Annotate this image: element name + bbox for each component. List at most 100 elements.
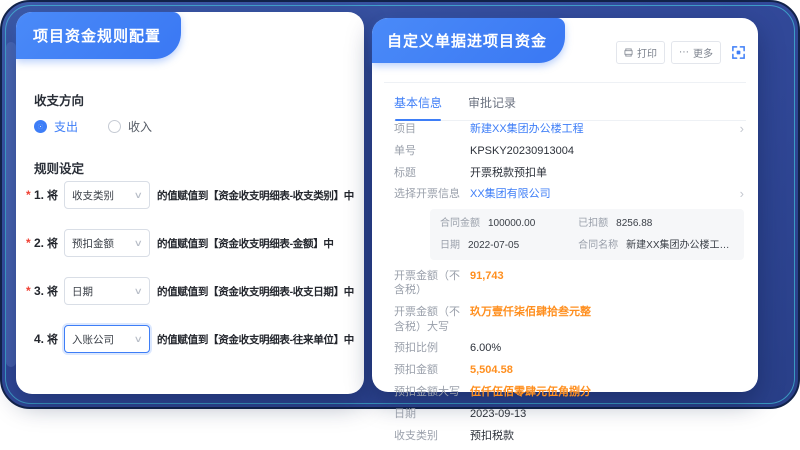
chevron-down-icon: ∨	[134, 238, 143, 249]
printer-icon	[624, 48, 633, 57]
chevron-right-icon[interactable]: ›	[740, 121, 744, 138]
field-label: 项目	[394, 122, 470, 136]
required-asterisk: *	[26, 188, 34, 202]
detail-toolbar: 打印 ⋯ 更多	[616, 41, 746, 64]
contract-summary-box: 合同金额 100000.00 已扣额 8256.88 日期 2022-07-05…	[430, 209, 744, 260]
contract-date-label: 日期	[440, 239, 460, 252]
contract-name-label: 合同名称	[578, 239, 618, 252]
field-label: 选择开票信息	[394, 187, 470, 201]
left-panel-title: 项目资金规则配置	[16, 12, 181, 59]
field-row-invoice-amount-caps: 开票金额（不含税）大写 玖万壹仟柒佰肆拾叁元整	[394, 305, 744, 334]
decorative-band	[6, 42, 16, 367]
rule-suffix: 的值赋值到【资金收支明细表-往来单位】中	[157, 332, 354, 347]
field-label: 开票金额（不含税）大写	[394, 305, 470, 334]
contract-amount-label: 合同金额	[440, 217, 480, 230]
rule-field-select-4[interactable]: 入账公司 ∨	[64, 325, 150, 353]
field-label: 开票金额（不含税）	[394, 269, 470, 298]
radio-selected-icon	[34, 120, 47, 133]
rule-row-2: * 2. 将 预扣金额 ∨ 的值赋值到【资金收支明细表-金额】中	[26, 228, 360, 258]
contract-withheld-value: 8256.88	[616, 217, 652, 230]
rule-suffix: 的值赋值到【资金收支明细表-金额】中	[157, 236, 334, 251]
required-asterisk: *	[26, 236, 34, 250]
document-detail-panel: 自定义单据进项目资金 打印 ⋯ 更多 基本信息 审批记录	[372, 18, 758, 392]
field-row-withhold-ratio: 预扣比例 6.00%	[394, 341, 744, 355]
field-label: 预扣金额大写	[394, 385, 470, 399]
rule-config-panel: 项目资金规则配置 收支方向 支出 收入 规则设定 * 1. 将 收支类别 ∨	[16, 12, 364, 394]
rule-index: 3.	[34, 284, 44, 298]
rule-field-value: 日期	[72, 284, 93, 299]
more-icon: ⋯	[679, 48, 689, 58]
field-row-withhold-caps: 预扣金额大写 伍仟伍佰零肆元伍角捌分	[394, 385, 744, 399]
field-row-withhold-amount: 预扣金额 5,504.58	[394, 363, 744, 377]
invoice-company-link[interactable]: XX集团有限公司	[470, 187, 730, 201]
project-link[interactable]: 新建XX集团办公楼工程	[470, 122, 730, 136]
tab-basic-info[interactable]: 基本信息	[394, 94, 442, 111]
background-frame: 项目资金规则配置 收支方向 支出 收入 规则设定 * 1. 将 收支类别 ∨	[0, 0, 800, 409]
field-row-invoice-info: 选择开票信息 XX集团有限公司 ›	[394, 187, 744, 201]
field-label: 收支类别	[394, 429, 470, 443]
field-row-docno: 单号 KPSKY20230913004	[394, 144, 744, 158]
rule-row-4: * 4. 将 入账公司 ∨ 的值赋值到【资金收支明细表-往来单位】中	[26, 324, 360, 354]
rule-field-select-2[interactable]: 预扣金额 ∨	[64, 229, 150, 257]
chevron-down-icon: ∨	[134, 334, 143, 345]
field-label: 标题	[394, 166, 470, 180]
more-button-label: 更多	[693, 45, 713, 60]
contract-withheld-label: 已扣额	[578, 217, 608, 230]
rule-row-1: * 1. 将 收支类别 ∨ 的值赋值到【资金收支明细表-收支类别】中	[26, 180, 360, 210]
required-asterisk: *	[26, 284, 34, 298]
field-label: 预扣金额	[394, 363, 470, 377]
rule-prefix: 将	[47, 187, 58, 203]
radio-income-label: 收入	[128, 118, 152, 135]
more-button[interactable]: ⋯ 更多	[671, 41, 721, 64]
field-row-title: 标题 开票税款预扣单	[394, 166, 744, 180]
field-label: 单号	[394, 144, 470, 158]
chevron-down-icon: ∨	[134, 190, 143, 201]
print-button-label: 打印	[637, 45, 657, 60]
contract-amount-cell: 合同金额 100000.00	[440, 217, 578, 230]
contract-amount-value: 100000.00	[488, 217, 535, 230]
contract-name-value: 新建XX集团办公楼工程施工总承包合同	[626, 239, 734, 252]
radio-expense[interactable]: 支出	[34, 118, 78, 135]
rule-row-3: * 3. 将 日期 ∨ 的值赋值到【资金收支明细表-收支日期】中	[26, 276, 360, 306]
radio-expense-label: 支出	[54, 118, 78, 135]
rule-suffix: 的值赋值到【资金收支明细表-收支日期】中	[157, 284, 354, 299]
withhold-caps-value: 伍仟伍佰零肆元伍角捌分	[470, 385, 730, 399]
field-label: 预扣比例	[394, 341, 470, 355]
detail-fields: 项目 新建XX集团办公楼工程 › 单号 KPSKY20230913004 标题 …	[394, 122, 744, 450]
detail-tabs: 基本信息 审批记录	[394, 94, 746, 121]
direction-radio-group: 支出 收入	[34, 118, 182, 135]
rule-field-select-3[interactable]: 日期 ∨	[64, 277, 150, 305]
withhold-ratio-value: 6.00%	[470, 341, 730, 355]
rule-prefix: 将	[47, 235, 58, 251]
rules-list: * 1. 将 收支类别 ∨ 的值赋值到【资金收支明细表-收支类别】中 * 2. …	[26, 180, 360, 372]
rule-index: 4.	[34, 332, 44, 346]
contract-date-value: 2022-07-05	[468, 239, 519, 252]
rule-field-select-1[interactable]: 收支类别 ∨	[64, 181, 150, 209]
radio-unselected-icon	[108, 120, 121, 133]
rule-index: 1.	[34, 188, 44, 202]
tab-approval-record[interactable]: 审批记录	[468, 94, 516, 111]
field-row-category: 收支类别 预扣税款	[394, 429, 744, 443]
print-button[interactable]: 打印	[616, 41, 665, 64]
rule-field-value: 入账公司	[72, 332, 114, 347]
chevron-right-icon[interactable]: ›	[740, 186, 744, 203]
invoice-amount-value: 91,743	[470, 269, 730, 298]
rule-prefix: 将	[47, 283, 58, 299]
fullscreen-button[interactable]	[731, 45, 746, 60]
contract-withheld-cell: 已扣额 8256.88	[578, 217, 734, 230]
direction-label: 收支方向	[34, 90, 84, 109]
field-value: 开票税款预扣单	[470, 166, 730, 180]
withhold-amount-value: 5,504.58	[470, 363, 730, 377]
chevron-down-icon: ∨	[134, 286, 143, 297]
field-row-invoice-amount: 开票金额（不含税） 91,743	[394, 269, 744, 298]
rule-suffix: 的值赋值到【资金收支明细表-收支类别】中	[157, 188, 354, 203]
field-row-project: 项目 新建XX集团办公楼工程 ›	[394, 122, 744, 136]
contract-date-cell: 日期 2022-07-05	[440, 239, 578, 252]
invoice-amount-caps-value: 玖万壹仟柒佰肆拾叁元整	[470, 305, 730, 334]
contract-name-cell: 合同名称 新建XX集团办公楼工程施工总承包合同	[578, 239, 734, 252]
rules-label: 规则设定	[34, 158, 84, 177]
right-panel-title: 自定义单据进项目资金	[372, 18, 565, 63]
header-divider	[384, 82, 746, 83]
rule-prefix: 将	[47, 331, 58, 347]
radio-income[interactable]: 收入	[108, 118, 152, 135]
